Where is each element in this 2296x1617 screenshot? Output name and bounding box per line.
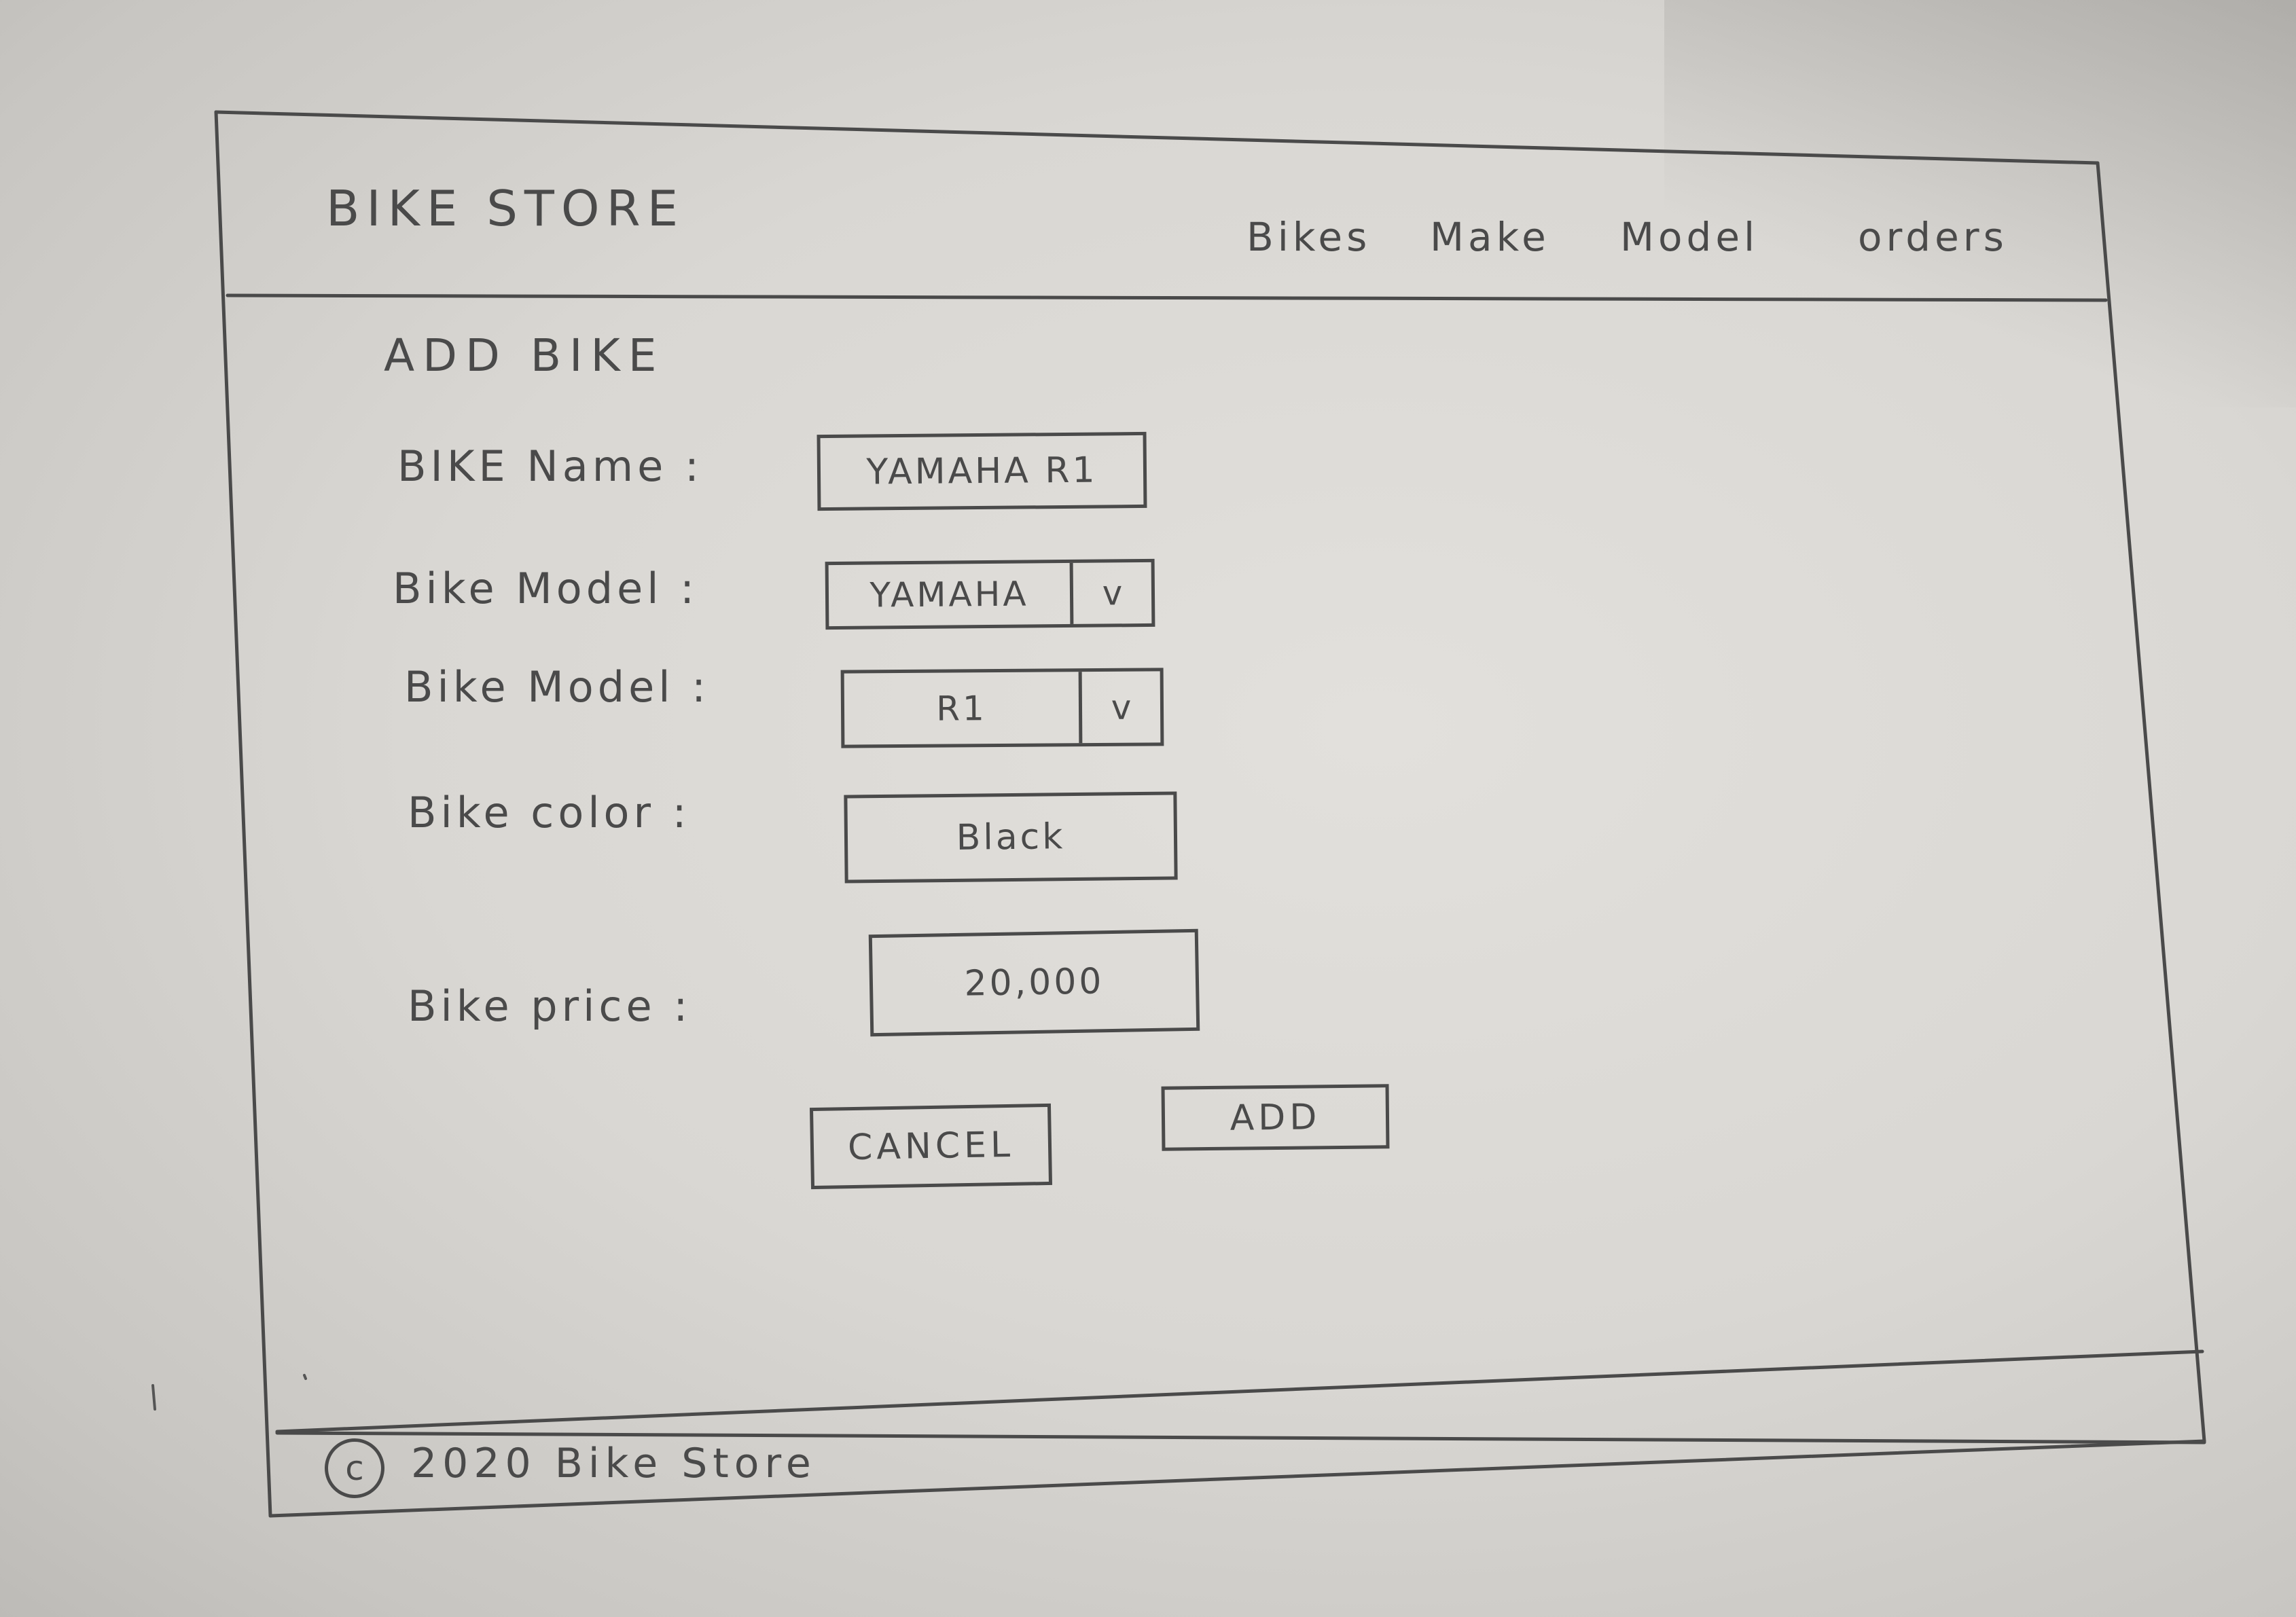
page-title: ADD BIKE xyxy=(384,329,665,382)
bike-price-input[interactable]: 20,000 xyxy=(868,928,1200,1037)
nav-item-model[interactable]: Model xyxy=(1620,214,1759,260)
bike-make-value: YAMAHA xyxy=(869,574,1029,615)
chevron-down-icon[interactable]: v xyxy=(1069,562,1152,624)
copyright-icon: c xyxy=(325,1438,384,1498)
cancel-button[interactable]: CANCEL xyxy=(809,1103,1053,1190)
chevron-down-icon[interactable]: v xyxy=(1078,671,1161,744)
bike-color-input[interactable]: Black xyxy=(844,791,1178,884)
nav-item-bikes[interactable]: Bikes xyxy=(1246,214,1371,260)
bike-name-value: YAMAHA R1 xyxy=(866,450,1098,493)
bike-make-select[interactable]: YAMAHA v xyxy=(825,558,1155,630)
add-button[interactable]: ADD xyxy=(1161,1084,1390,1151)
header-divider xyxy=(226,293,2108,302)
bike-color-label: Bike color : xyxy=(408,788,691,837)
bike-make-label: Bike Model : xyxy=(393,564,699,613)
bike-model-label: Bike Model : xyxy=(404,662,711,712)
nav-item-orders[interactable]: orders xyxy=(1858,214,2008,260)
footer-divider xyxy=(275,1349,2204,1434)
bike-model-select[interactable]: R1 v xyxy=(840,668,1164,748)
bike-name-input[interactable]: YAMAHA R1 xyxy=(817,431,1147,511)
nav-item-make[interactable]: Make xyxy=(1430,214,1550,260)
bike-price-value: 20,000 xyxy=(964,961,1105,1004)
footer-copyright: 2020 Bike Store xyxy=(411,1440,817,1487)
bike-model-value: R1 xyxy=(936,688,987,729)
stray-mark xyxy=(151,1384,156,1411)
bike-color-value: Black xyxy=(956,816,1066,858)
bike-price-label: Bike price : xyxy=(408,981,692,1031)
frame-right-edge xyxy=(2096,161,2206,1443)
brand-title[interactable]: BIKE STORE xyxy=(326,180,685,237)
stray-mark-dot xyxy=(303,1374,307,1380)
frame-top-edge xyxy=(214,110,2100,165)
bike-name-label: BIKE Name : xyxy=(397,441,703,491)
frame-left-edge xyxy=(214,110,272,1518)
